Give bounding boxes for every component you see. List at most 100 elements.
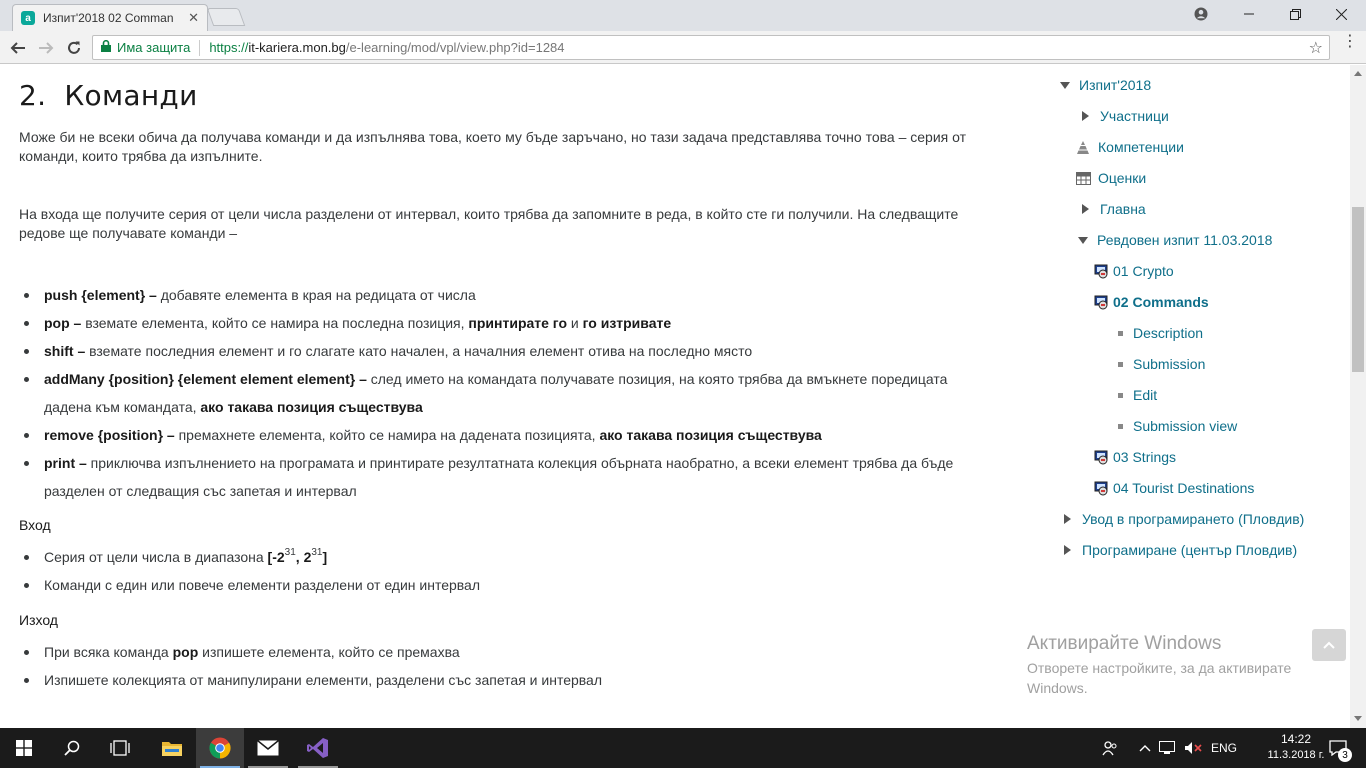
list-item: pop – вземате елемента, който се намира … xyxy=(19,309,994,337)
lock-icon[interactable] xyxy=(101,39,111,55)
command-desc: премахнете елемента, който се намира на … xyxy=(174,427,600,443)
nav-general[interactable]: Главна xyxy=(1080,201,1146,217)
expanded-icon xyxy=(1060,81,1070,89)
nav-activity-tourist[interactable]: 04 Tourist Destinations xyxy=(1094,480,1254,496)
input-list: Серия от цели числа в диапазона [-231, 2… xyxy=(19,543,994,599)
scroll-to-top-button[interactable] xyxy=(1312,629,1346,661)
restore-icon[interactable] xyxy=(1272,0,1318,28)
action-center-icon[interactable]: 3 xyxy=(1318,728,1358,768)
scrollbar-thumb[interactable] xyxy=(1352,207,1364,372)
visual-studio-icon[interactable] xyxy=(294,728,342,768)
nav-label: 04 Tourist Destinations xyxy=(1113,480,1255,496)
back-arrow-icon[interactable] xyxy=(5,35,31,61)
chevron-up-icon xyxy=(1323,641,1335,649)
input-heading: Вход xyxy=(19,517,51,533)
list-item: Серия от цели числа в диапазона [-231, 2… xyxy=(19,543,994,571)
expanded-icon xyxy=(1078,236,1088,244)
command-desc: вземате елемента, който се намира на пос… xyxy=(81,315,469,331)
list-item: remove {position} – премахнете елемента,… xyxy=(19,421,994,449)
nav-submission[interactable]: Submission xyxy=(1118,356,1205,372)
bullet-icon xyxy=(1118,361,1123,367)
scroll-up-arrow-icon[interactable] xyxy=(1354,71,1362,76)
nav-label: Ревдовен изпит 11.03.2018 xyxy=(1097,232,1273,248)
range-open: [-2 xyxy=(267,549,285,565)
output-item-post: изпишете елемента, който се премахва xyxy=(198,644,460,660)
network-icon[interactable] xyxy=(1158,728,1176,768)
nav-course[interactable]: Изпит'2018 xyxy=(1060,77,1151,93)
volume-muted-icon[interactable] xyxy=(1182,728,1204,768)
address-bar[interactable]: Има защита https://it-kariera.mon.bg/e-l… xyxy=(92,35,1330,60)
page-scrollbar[interactable] xyxy=(1350,65,1366,728)
command-conjunction: и xyxy=(567,315,583,331)
nav-participants[interactable]: Участници xyxy=(1080,108,1169,124)
moodle-favicon-icon: а xyxy=(21,11,35,25)
nav-label: Submission view xyxy=(1133,418,1238,434)
nav-label: Description xyxy=(1133,325,1204,341)
language-indicator[interactable]: ENG xyxy=(1211,741,1237,755)
title-number: 2. xyxy=(19,79,47,112)
forward-arrow-icon[interactable] xyxy=(33,35,59,61)
windows-start-icon[interactable] xyxy=(0,728,48,768)
nav-label: Главна xyxy=(1100,201,1146,217)
close-window-icon[interactable] xyxy=(1318,0,1364,28)
nav-section[interactable]: Ревдовен изпит 11.03.2018 xyxy=(1078,232,1272,248)
chrome-taskbar-icon[interactable] xyxy=(196,728,244,768)
reload-icon[interactable] xyxy=(61,35,87,61)
nav-course-programming-plovdiv[interactable]: Програмиране (център Пловдив) xyxy=(1062,542,1297,558)
nav-submission-view[interactable]: Submission view xyxy=(1118,418,1237,434)
nav-edit[interactable]: Edit xyxy=(1118,387,1157,403)
range-mid: , 2 xyxy=(295,549,312,565)
bullet-icon xyxy=(1118,330,1123,336)
nav-competencies[interactable]: Компетенции xyxy=(1076,139,1184,155)
range-exponent-2: 31 xyxy=(311,547,323,558)
chevron-up-icon[interactable] xyxy=(1136,728,1154,768)
scroll-down-arrow-icon[interactable] xyxy=(1354,716,1362,721)
secure-label[interactable]: Има защита xyxy=(117,40,190,55)
close-tab-icon[interactable]: ✕ xyxy=(188,10,199,26)
command-emphasis: ако такава позиция съществува xyxy=(599,427,822,443)
browser-toolbar: Има защита https://it-kariera.mon.bg/e-l… xyxy=(0,31,1366,64)
file-explorer-icon[interactable] xyxy=(148,728,196,768)
tab-title: Изпит'2018 02 Comman xyxy=(43,11,174,25)
page-content: 2. Команди Може би не всеки обича да полу… xyxy=(0,65,1350,728)
nav-label: Submission xyxy=(1133,356,1206,372)
input-description: На входа ще получите серия от цели числа… xyxy=(19,206,959,241)
bookmark-star-icon[interactable]: ☆ xyxy=(1309,38,1323,58)
command-name: print – xyxy=(44,455,87,471)
command-name: addMany {position} {element element elem… xyxy=(44,371,367,387)
people-icon[interactable] xyxy=(1098,728,1122,768)
command-desc: приключва изпълнението на програмата и п… xyxy=(44,455,954,499)
collapsed-icon xyxy=(1082,111,1089,121)
title-text: Команди xyxy=(64,79,198,112)
list-item: shift – вземате последния елемент и го с… xyxy=(19,337,994,365)
competencies-icon xyxy=(1077,140,1089,154)
mail-icon[interactable] xyxy=(244,728,292,768)
task-view-icon[interactable] xyxy=(96,728,144,768)
profile-icon[interactable] xyxy=(1178,0,1224,28)
list-item: push {element} – добавяте елемента в кра… xyxy=(19,281,994,309)
nav-description[interactable]: Description xyxy=(1118,325,1203,341)
command-desc: вземате последния елемент и го слагате к… xyxy=(85,343,753,359)
command-name: remove {position} – xyxy=(44,427,175,443)
vpl-activity-icon xyxy=(1094,450,1108,464)
nav-label: Изпит'2018 xyxy=(1079,77,1152,93)
nav-activity-commands[interactable]: 02 Commands xyxy=(1094,294,1209,310)
nav-label: 02 Commands xyxy=(1113,294,1209,310)
output-heading: Изход xyxy=(19,612,58,628)
watermark-subtitle: Отворете настройките, за да активирате W… xyxy=(1027,660,1292,696)
nav-activity-crypto[interactable]: 01 Crypto xyxy=(1094,263,1174,279)
output-list: При всяка команда pop изпишете елемента,… xyxy=(19,638,994,694)
command-emphasis: принтирате го xyxy=(468,315,568,331)
browser-tab[interactable]: а Изпит'2018 02 Comman ✕ xyxy=(12,4,208,31)
nav-course-intro-plovdiv[interactable]: Увод в програмирането (Пловдив) xyxy=(1062,511,1304,527)
collapsed-icon xyxy=(1064,545,1071,555)
minimize-icon[interactable] xyxy=(1226,0,1272,28)
nav-label: 03 Strings xyxy=(1113,449,1177,465)
browser-menu-icon[interactable]: ⋮ xyxy=(1342,34,1358,50)
windows-activation-watermark: Активирайте Windows Отворете настройките… xyxy=(1027,633,1327,698)
new-tab-button[interactable] xyxy=(206,8,246,26)
omnibox-separator xyxy=(199,39,201,56)
search-icon[interactable] xyxy=(48,728,96,768)
nav-activity-strings[interactable]: 03 Strings xyxy=(1094,449,1176,465)
nav-grades[interactable]: Оценки xyxy=(1076,170,1146,186)
